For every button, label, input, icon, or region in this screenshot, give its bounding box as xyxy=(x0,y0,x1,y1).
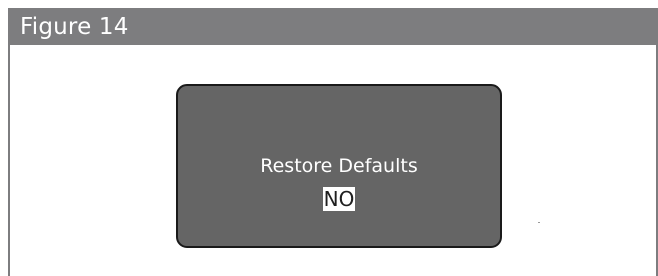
restore-defaults-value[interactable]: NO xyxy=(322,187,356,211)
selection-row: NO xyxy=(178,187,500,211)
restore-defaults-title: Restore Defaults xyxy=(260,155,418,177)
stray-dot xyxy=(538,222,540,223)
figure-caption: Figure 14 xyxy=(20,14,129,40)
device-display-screen: Restore Defaults NO xyxy=(176,84,502,248)
figure-caption-bar: Figure 14 xyxy=(10,8,656,45)
figure-frame: Figure 14 Restore Defaults NO xyxy=(8,8,658,276)
